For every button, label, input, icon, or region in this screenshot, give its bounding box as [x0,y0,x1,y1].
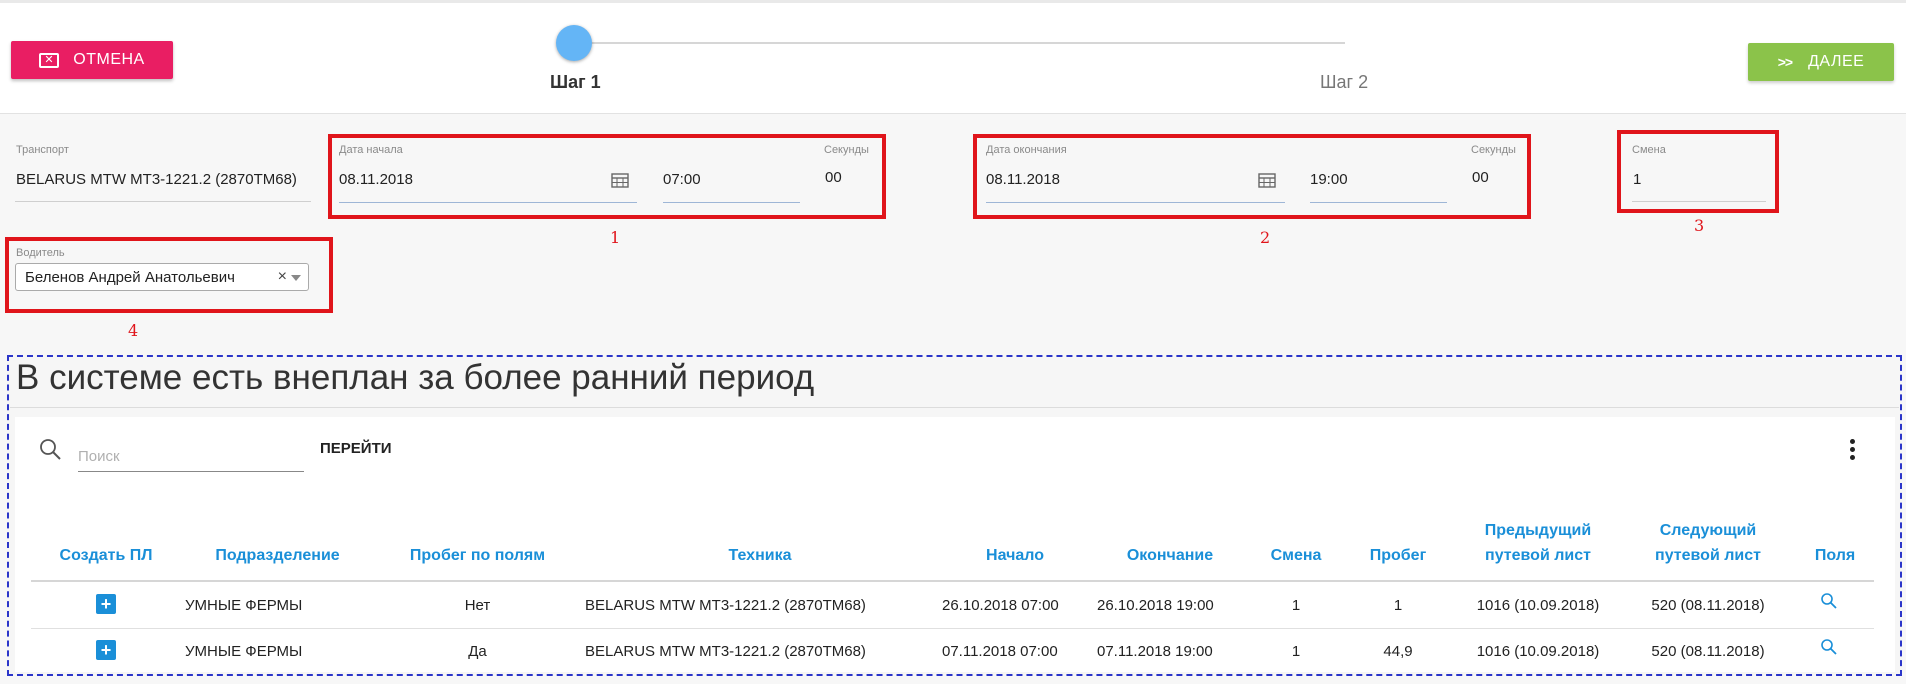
cell-shift: 1 [1291,597,1301,614]
cell-vehicle: BELARUS MTW MT3-1221.2 (2870TM68) [585,643,866,660]
cancel-button[interactable]: ✕ ОТМЕНА [11,41,173,79]
col-header-next-line1: Следующий [1659,522,1757,539]
col-header-division[interactable]: Подразделение [190,543,365,568]
col-header-start[interactable]: Начало [960,543,1070,568]
col-header-mileage[interactable]: Пробег [1356,543,1440,568]
end-seconds-label: Секунды [1471,144,1516,156]
goto-button[interactable]: ПЕРЕЙТИ [320,440,392,457]
cell-division: УМНЫЕ ФЕРМЫ [185,643,303,660]
cell-end: 26.10.2018 19:00 [1097,597,1214,614]
start-seconds-label: Секунды [824,144,869,156]
start-seconds-value[interactable]: 00 [825,169,842,186]
cell-prev-waybill[interactable]: 1016 (10.09.2018) [1460,643,1616,660]
driver-select[interactable]: Беленов Андрей Анатольевич × [15,263,309,291]
step-1-indicator[interactable] [556,25,592,61]
clear-icon[interactable]: × [278,268,287,286]
end-seconds-value[interactable]: 00 [1472,169,1489,186]
col-header-prev-line1: Предыдущий [1484,522,1592,539]
col-header-mileage-fields[interactable]: Пробег по полям [390,543,565,568]
more-vert-icon[interactable] [1848,439,1856,465]
col-header-shift[interactable]: Смена [1256,543,1336,568]
col-header-create[interactable]: Создать ПЛ [46,543,166,568]
end-time-underline [1310,202,1447,203]
chevron-down-icon[interactable] [291,275,301,281]
col-header-end[interactable]: Окончание [1110,543,1230,568]
cell-end: 07.11.2018 19:00 [1097,643,1213,660]
start-time-input[interactable]: 07:00 [663,171,701,188]
end-date-underline [986,202,1285,203]
cell-shift: 1 [1291,643,1301,660]
next-button-label: ДАЛЕЕ [1808,53,1865,70]
create-waybill-button[interactable]: + [96,640,116,660]
cell-start: 07.11.2018 07:00 [942,643,1058,660]
close-box-icon: ✕ [39,52,60,68]
cell-mileage-fields: Да [468,643,487,660]
next-button[interactable]: >> ДАЛЕЕ [1748,43,1894,81]
driver-select-value: Беленов Андрей Анатольевич [25,269,235,286]
start-date-input[interactable]: 08.11.2018 [339,171,413,188]
end-date-label: Дата окончания [986,144,1067,156]
annotation-number-3: 3 [1694,216,1705,235]
search-icon[interactable] [1820,592,1838,610]
col-header-next-waybill[interactable]: Следующий путевой лист [1630,518,1786,568]
col-header-prev-line2: путевой лист [1485,547,1591,564]
calendar-icon[interactable] [611,172,629,188]
panel-title-divider [10,407,1899,408]
col-header-prev-waybill[interactable]: Предыдущий путевой лист [1460,518,1616,568]
col-header-next-line2: путевой лист [1655,547,1761,564]
transport-value: BELARUS MTW MT3-1221.2 (2870TM68) [16,171,297,188]
driver-label: Водитель [16,247,65,259]
header-divider [31,580,1874,582]
start-date-underline [339,202,637,203]
shift-underline [1632,201,1766,202]
step-1-label: Шаг 1 [550,72,601,92]
cell-next-waybill[interactable]: 520 (08.11.2018) [1630,643,1786,660]
shift-input[interactable]: 1 [1633,171,1641,188]
cancel-button-label: ОТМЕНА [73,51,145,68]
end-time-input[interactable]: 19:00 [1310,171,1348,188]
start-time-underline [663,202,800,203]
annotation-number-1: 1 [610,228,621,247]
transport-label: Транспорт [16,144,69,156]
transport-underline [15,201,311,202]
shift-label: Смена [1632,144,1666,156]
row-divider [31,628,1874,629]
cell-mileage: 44,9 [1383,643,1413,660]
calendar-icon[interactable] [1258,172,1276,188]
cell-vehicle: BELARUS MTW MT3-1221.2 (2870TM68) [585,597,866,614]
create-waybill-button[interactable]: + [96,594,116,614]
search-input[interactable] [78,441,304,472]
cell-next-waybill[interactable]: 520 (08.11.2018) [1630,597,1786,614]
panel-title: В системе есть внеплан за более ранний п… [16,358,815,397]
col-header-fields[interactable]: Поля [1795,543,1875,568]
annotation-number-4: 4 [128,321,139,340]
cell-mileage-fields: Нет [464,597,491,614]
cell-start: 26.10.2018 07:00 [942,597,1059,614]
cell-prev-waybill[interactable]: 1016 (10.09.2018) [1460,597,1616,614]
step-2-label[interactable]: Шаг 2 [1320,72,1368,93]
end-date-input[interactable]: 08.11.2018 [986,171,1060,188]
start-date-label: Дата начала [339,144,403,156]
wizard-header: ✕ ОТМЕНА Шаг 1 Шаг 2 >> ДАЛЕЕ [0,0,1906,114]
search-icon[interactable] [1820,638,1838,656]
annotation-number-2: 2 [1260,228,1271,247]
col-header-vehicle[interactable]: Техника [660,543,860,568]
stepper-track [573,42,1345,44]
double-chevron-right-icon: >> [1777,54,1793,70]
cell-mileage: 1 [1393,597,1403,614]
search-icon[interactable] [38,437,62,461]
cell-division: УМНЫЕ ФЕРМЫ [185,597,303,614]
